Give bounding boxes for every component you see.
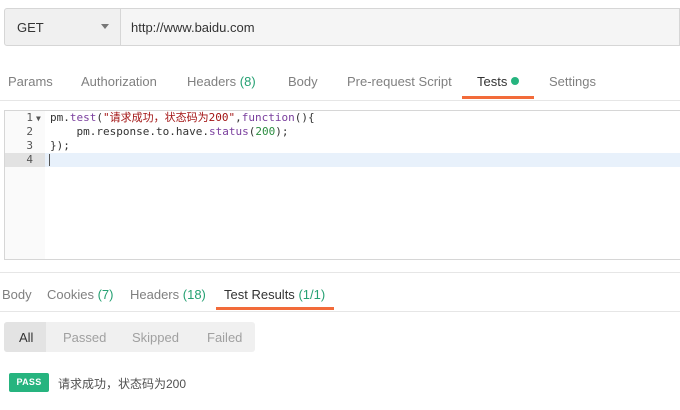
request-bar: GET http://www.baidu.com (4, 8, 680, 48)
active-tab-indicator (462, 96, 534, 99)
tab-test-results[interactable]: Test Results (1/1) (224, 287, 325, 302)
method-label: GET (17, 20, 44, 35)
request-tabs: Params Authorization Headers (8) Body Pr… (0, 66, 680, 101)
chevron-down-icon (101, 24, 109, 29)
pass-badge: PASS (9, 373, 49, 392)
code-text: }); (50, 139, 70, 152)
tab-params[interactable]: Params (8, 74, 53, 89)
active-line-highlight (45, 153, 680, 167)
filter-failed[interactable]: Failed (207, 330, 242, 345)
line-number: 1 (26, 111, 33, 124)
line-number: 2 (26, 125, 33, 138)
test-results-filter: All Passed Skipped Failed (4, 322, 255, 352)
filter-all[interactable]: All (19, 330, 33, 345)
code-text: pm.response.to.have.status(200); (50, 125, 289, 138)
filter-passed[interactable]: Passed (63, 330, 106, 345)
active-response-tab-indicator (216, 307, 334, 310)
response-headers-count: (18) (182, 287, 206, 302)
line-number: 3 (26, 139, 33, 152)
test-results-count: (1/1) (298, 287, 326, 302)
cookies-count: (7) (97, 287, 114, 302)
tab-pre-request-script[interactable]: Pre-request Script (347, 74, 452, 89)
filter-skipped[interactable]: Skipped (132, 330, 179, 345)
tab-headers[interactable]: Headers (8) (187, 74, 256, 89)
url-text: http://www.baidu.com (131, 20, 255, 35)
response-tabs: Body Cookies (7) Headers (18) Test Resul… (0, 272, 680, 312)
headers-count: (8) (239, 74, 256, 89)
tab-authorization[interactable]: Authorization (81, 74, 157, 89)
tab-response-headers[interactable]: Headers (18) (130, 287, 206, 302)
text-cursor (49, 154, 50, 166)
tab-body[interactable]: Body (288, 74, 318, 89)
method-select[interactable]: GET (4, 8, 121, 46)
status-dot-icon (511, 77, 520, 85)
tab-settings[interactable]: Settings (549, 74, 596, 89)
line-number: 4 (26, 153, 33, 166)
tab-tests[interactable]: Tests (477, 74, 520, 89)
code-text: pm.test("请求成功，状态码为200",function(){ (50, 111, 315, 124)
tab-cookies[interactable]: Cookies (7) (47, 287, 113, 302)
test-result-name: 请求成功，状态码为200 (58, 377, 187, 391)
fold-arrow-icon[interactable]: ▼ (36, 112, 41, 126)
url-input[interactable]: http://www.baidu.com (121, 8, 680, 46)
tests-code-editor[interactable]: 1 ▼ pm.test("请求成功，状态码为200",function(){ 2… (4, 110, 680, 260)
tab-response-body[interactable]: Body (2, 287, 32, 302)
